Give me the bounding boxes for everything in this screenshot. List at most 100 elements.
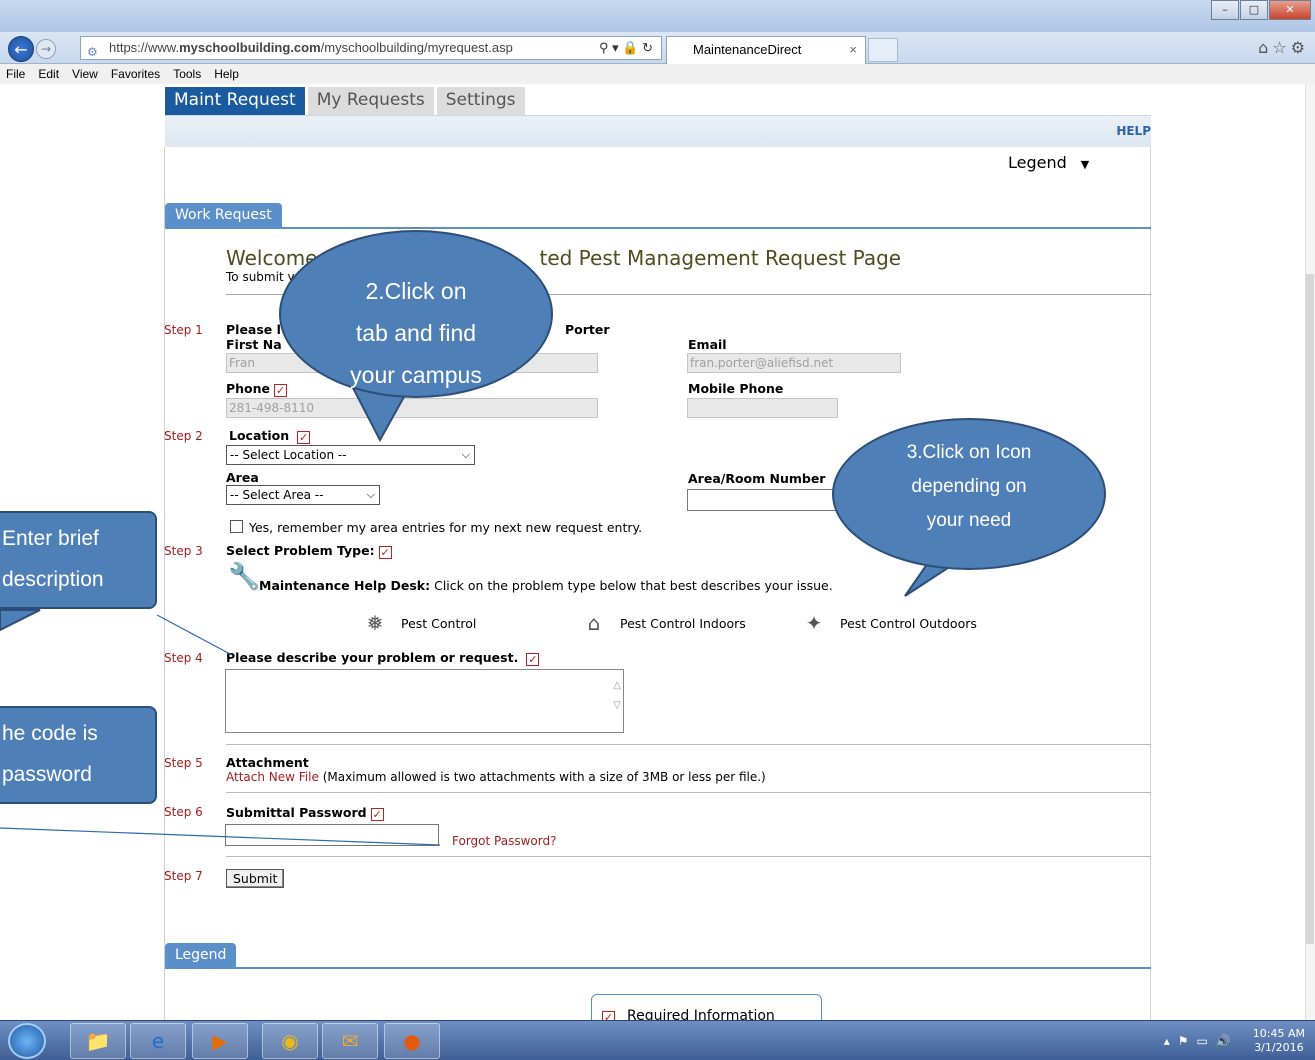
phone-label: Phone ✓ (226, 381, 288, 397)
phone-field[interactable]: 281-498-8110 (226, 398, 598, 418)
remember-checkbox[interactable] (230, 520, 243, 533)
minimize-button[interactable]: – (1211, 0, 1239, 20)
section-divider (165, 227, 1151, 229)
home-icon[interactable]: ⌂ (1258, 38, 1272, 57)
firefox-icon[interactable]: ● (384, 1023, 440, 1059)
attach-new-file-link[interactable]: Attach New File (226, 770, 319, 784)
legend-section-tab[interactable]: Legend (165, 943, 237, 967)
site-icon: ⚙ (87, 45, 98, 59)
outlook-icon[interactable]: ✉ (322, 1023, 378, 1059)
tab-maint-request[interactable]: Maint Request (165, 87, 305, 115)
attachment-label: Attachment (226, 755, 309, 770)
describe-callout: Enter brief description (0, 511, 157, 609)
describe-label: Please describe your problem or request.… (226, 650, 540, 666)
page-scrollbar[interactable] (1305, 84, 1315, 1020)
content-border-left (164, 147, 165, 1020)
mobile-phone-field[interactable] (687, 398, 838, 418)
location-select[interactable]: -- Select Location -- ⌵ (226, 445, 475, 465)
window-controls: – □ ✕ (1210, 0, 1311, 20)
menu-tools[interactable]: Tools (173, 64, 201, 84)
maximize-button[interactable]: □ (1240, 0, 1268, 20)
new-tab-button[interactable] (868, 38, 898, 62)
helpdesk-icon: 🔧 (228, 562, 261, 592)
first-name-label: First Na (226, 337, 282, 352)
required-info-text: Required Information (627, 1008, 775, 1020)
step-4-label: Step 4 (164, 651, 203, 665)
submit-button[interactable]: Submit (226, 869, 285, 888)
address-bar[interactable]: ⚙ https://www.myschoolbuilding.com/myscho… (80, 36, 662, 60)
divider (226, 792, 1151, 793)
problem-type-pest-control[interactable]: ❅ Pest Control (361, 609, 477, 637)
menu-bar: File Edit View Favorites Tools Help (0, 64, 1315, 84)
problem-type-text: Select Problem Type: (226, 543, 375, 558)
area-label: Area (226, 470, 259, 485)
url-prefix: https://www. (109, 40, 180, 55)
window-titlebar: – □ ✕ (0, 0, 1315, 32)
menu-view[interactable]: View (72, 64, 98, 84)
chrome-icon[interactable]: ◉ (262, 1023, 318, 1059)
phone-label-text: Phone (226, 381, 271, 396)
url-path: /myschoolbuilding/myrequest.asp (320, 40, 513, 55)
tray-icons[interactable]: ▴⚑▭🔊 (1164, 1034, 1239, 1048)
forward-button[interactable]: → (36, 39, 56, 59)
refresh-icon[interactable]: ↻ (642, 40, 653, 55)
scrollbar-thumb[interactable] (1306, 274, 1314, 944)
tab-my-requests[interactable]: My Requests (307, 87, 434, 115)
location-label: Location ✓ (229, 428, 311, 444)
required-check-icon: ✓ (370, 808, 384, 821)
help-link[interactable]: HELP (1116, 124, 1151, 138)
textarea-scroll-arrows[interactable]: △ ▽ (613, 676, 621, 716)
media-player-icon[interactable]: ▶ (192, 1023, 248, 1059)
area-select-value: -- Select Area -- (230, 488, 324, 502)
close-window-button[interactable]: ✕ (1269, 0, 1311, 20)
password-input[interactable] (225, 824, 439, 846)
step-7-label: Step 7 (164, 869, 203, 883)
file-explorer-icon[interactable]: 📁 (70, 1023, 126, 1059)
back-button[interactable]: ← (8, 36, 34, 62)
divider (226, 744, 1151, 745)
lock-icon[interactable]: 🔒 (622, 40, 638, 55)
email-label: Email (688, 337, 727, 352)
helpdesk-bold: Maintenance Help Desk: (259, 578, 431, 593)
app-tabs: Maint Request My Requests Settings (165, 87, 528, 115)
search-icon[interactable]: ⚲ (599, 40, 609, 55)
problem-type-label-1: Pest Control (401, 615, 477, 631)
campus-callout-line-2: tab and find (355, 320, 477, 346)
tab-settings[interactable]: Settings (436, 87, 525, 115)
attachment-note: (Maximum allowed is two attachments with… (322, 770, 766, 784)
problem-type-label: Select Problem Type: ✓ (226, 543, 392, 559)
required-info-legend: ✓ Required Information (591, 994, 822, 1020)
problem-type-pest-indoors[interactable]: ⌂ Pest Control Indoors (580, 609, 746, 637)
problem-type-label-2: Pest Control Indoors (620, 615, 746, 631)
description-textarea[interactable]: △ ▽ (225, 669, 624, 733)
required-check-icon: ✓ (526, 653, 540, 666)
settings-gear-icon[interactable]: ⚙ (1291, 38, 1309, 57)
start-button[interactable] (8, 1023, 46, 1059)
email-field[interactable]: fran.porter@aliefisd.net (687, 353, 901, 373)
location-label-text: Location (229, 428, 290, 443)
forgot-password-link[interactable]: Forgot Password? (452, 834, 556, 848)
menu-edit[interactable]: Edit (38, 64, 59, 84)
room-number-input[interactable] (687, 489, 837, 511)
browser-tab[interactable]: MaintenanceDirect × (666, 36, 866, 64)
location-select-value: -- Select Location -- (230, 448, 347, 462)
help-bar: HELP (165, 115, 1151, 147)
favorites-star-icon[interactable]: ☆ (1272, 38, 1290, 57)
work-request-tab[interactable]: Work Request (165, 203, 282, 227)
icon-callout-line-3: your need (926, 510, 1012, 531)
please-label: Please l (226, 322, 281, 337)
problem-type-pest-outdoors[interactable]: ✦ Pest Control Outdoors (800, 609, 977, 637)
browser-toolbar-icons: ⌂☆⚙ (1258, 38, 1309, 57)
menu-help[interactable]: Help (214, 64, 239, 84)
clock[interactable]: 10:45 AM 3/1/2016 (1253, 1027, 1305, 1055)
internet-explorer-icon[interactable]: e (130, 1023, 186, 1059)
legend-label: Legend (1008, 153, 1067, 172)
tab-close-icon[interactable]: × (849, 37, 857, 63)
describe-label-text: Please describe your problem or request. (226, 650, 519, 665)
menu-favorites[interactable]: Favorites (111, 64, 160, 84)
clock-time: 10:45 AM (1252, 1027, 1305, 1040)
menu-file[interactable]: File (6, 64, 25, 84)
legend-dropdown[interactable]: Legend ▼ (1008, 153, 1089, 172)
url-domain: myschoolbuilding.com (179, 40, 321, 55)
area-select[interactable]: -- Select Area -- ⌵ (226, 485, 380, 505)
